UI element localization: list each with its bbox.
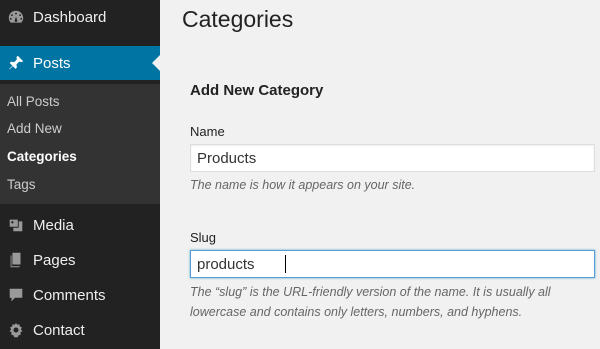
pages-icon	[6, 250, 26, 270]
name-label: Name	[190, 124, 225, 139]
menu-item-contact[interactable]: Contact	[0, 313, 160, 347]
dashboard-icon	[6, 7, 26, 27]
menu-item-comments[interactable]: Comments	[0, 278, 160, 312]
menu-item-dashboard[interactable]: Dashboard	[0, 0, 160, 34]
pin-icon	[6, 53, 26, 73]
comment-icon	[6, 285, 26, 305]
submenu-item-tags[interactable]: Tags	[7, 177, 36, 192]
menu-label: Dashboard	[33, 8, 107, 26]
page-title: Categories	[182, 6, 294, 32]
submenu-item-categories[interactable]: Categories	[7, 149, 77, 164]
admin-sidebar: Dashboard Posts All Posts Add New Catego…	[0, 0, 160, 349]
submenu-item-add-new[interactable]: Add New	[7, 121, 62, 136]
menu-label: Posts	[33, 54, 71, 72]
menu-label: Media	[33, 216, 74, 234]
section-title: Add New Category	[190, 82, 324, 99]
submenu-item-all-posts[interactable]: All Posts	[7, 94, 60, 109]
media-icon	[6, 215, 26, 235]
menu-label: Comments	[33, 286, 106, 304]
menu-label: Pages	[33, 251, 76, 269]
text-cursor	[285, 255, 286, 273]
name-input[interactable]	[190, 144, 595, 172]
name-description: The name is how it appears on your site.	[190, 178, 416, 192]
menu-item-pages[interactable]: Pages	[0, 243, 160, 277]
slug-description: The “slug” is the URL-friendly version o…	[190, 285, 551, 319]
menu-item-posts[interactable]: Posts	[0, 46, 160, 80]
slug-input[interactable]	[190, 250, 595, 278]
menu-label: Contact	[33, 321, 85, 339]
posts-submenu: All Posts Add New Categories Tags	[0, 84, 160, 204]
menu-item-media[interactable]: Media	[0, 208, 160, 242]
main-content: Categories Add New Category Name The nam…	[160, 0, 600, 349]
slug-label: Slug	[190, 230, 217, 245]
gear-icon	[6, 320, 26, 340]
